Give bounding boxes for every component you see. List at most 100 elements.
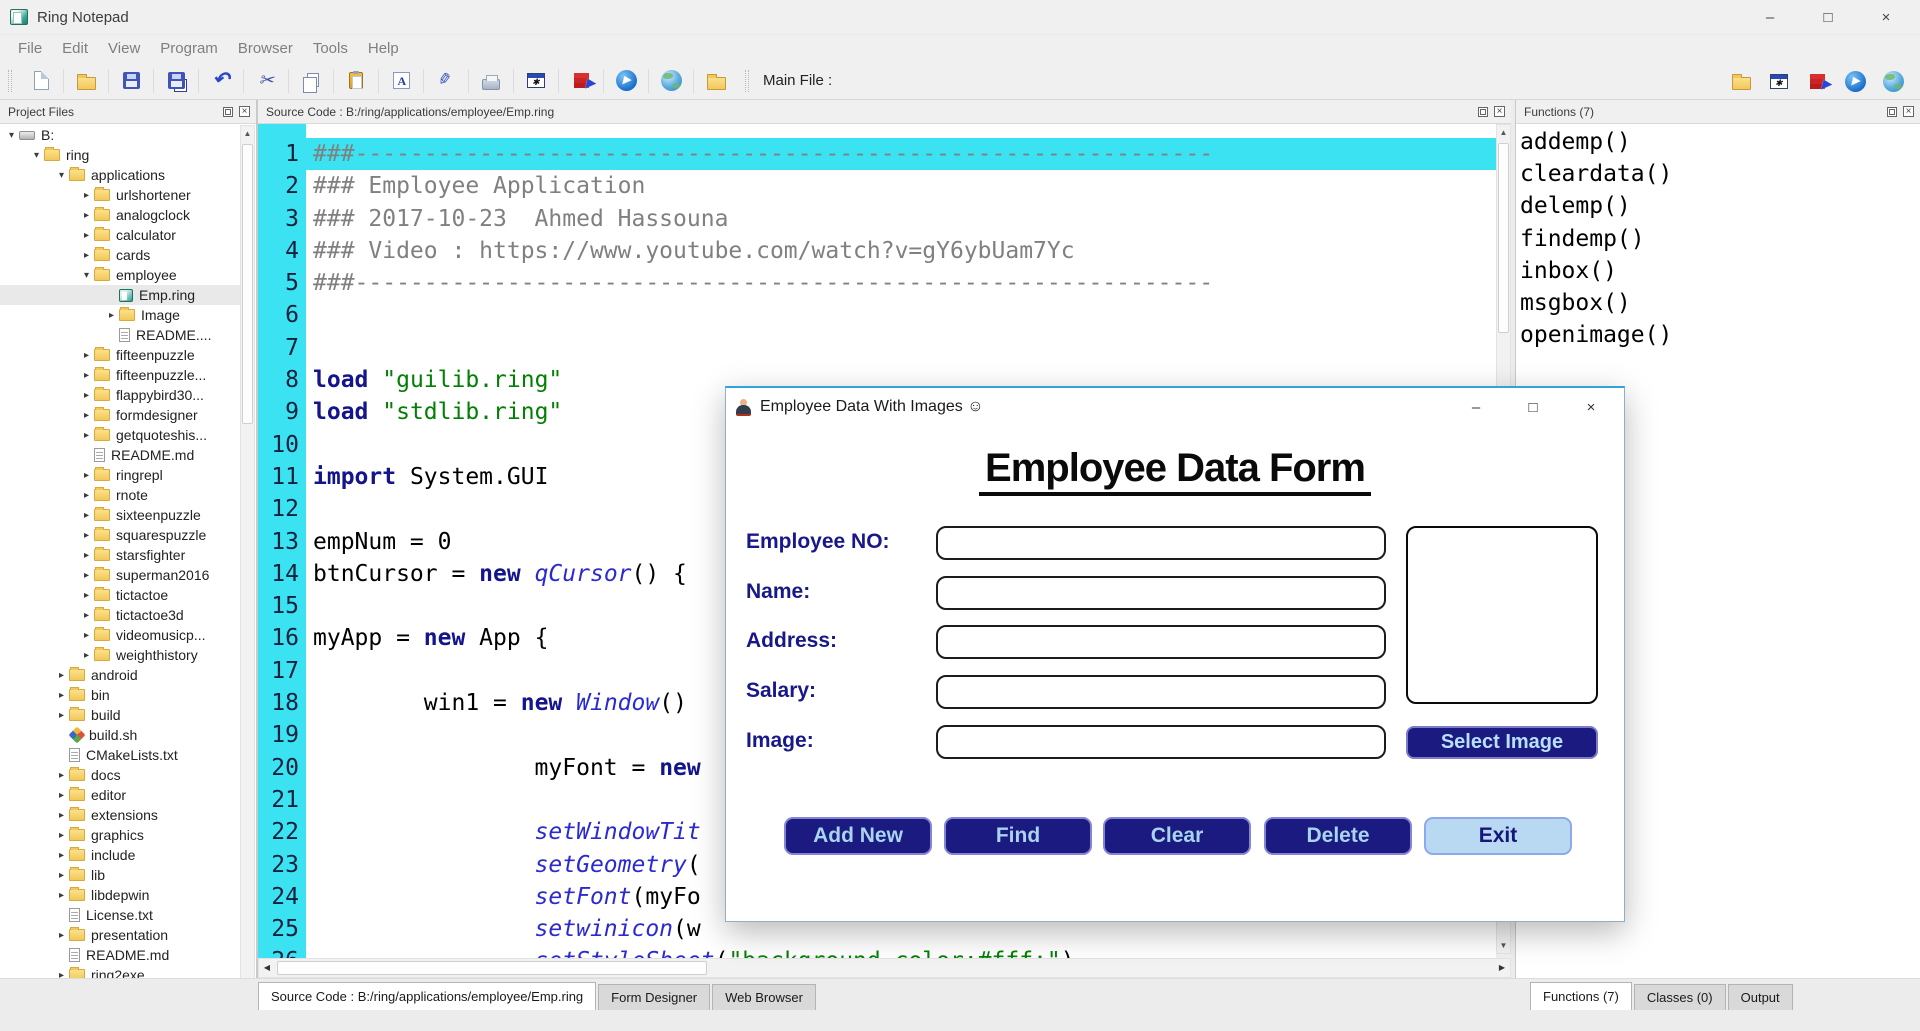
menu-tools[interactable]: Tools (303, 35, 358, 63)
open-main-file-button[interactable] (701, 66, 731, 96)
tree-item-rnote[interactable]: ▸rnote (0, 485, 240, 505)
tree-item-fifteenpuzzle[interactable]: ▸fifteenpuzzle (0, 345, 240, 365)
open-file-button[interactable] (71, 66, 101, 96)
expander-closed-icon[interactable]: ▸ (54, 790, 69, 801)
exit-button[interactable]: Exit (1424, 817, 1572, 855)
tree-item-b[interactable]: ▾B: (0, 125, 240, 145)
expander-closed-icon[interactable]: ▸ (104, 310, 119, 321)
panel-float-icon[interactable] (1887, 107, 1897, 117)
function-item-msgbox[interactable]: msgbox() (1520, 287, 1916, 319)
expander-closed-icon[interactable]: ▸ (79, 190, 94, 201)
dialog-close-button[interactable]: × (1571, 388, 1611, 426)
tree-item-applications[interactable]: ▾applications (0, 165, 240, 185)
run-button[interactable] (611, 66, 641, 96)
tree-item-graphics[interactable]: ▸graphics (0, 825, 240, 845)
dialog-minimize-button[interactable]: – (1456, 388, 1496, 426)
project-tree-scrollbar[interactable]: ▲ ▼ (240, 125, 255, 1012)
tree-item-license-txt[interactable]: License.txt (0, 905, 240, 925)
menu-browser[interactable]: Browser (228, 35, 303, 63)
cut-button[interactable] (251, 66, 281, 96)
tree-item-squarespuzzle[interactable]: ▸squarespuzzle (0, 525, 240, 545)
dialog-maximize-button[interactable]: □ (1513, 388, 1553, 426)
tree-item-ringrepl[interactable]: ▸ringrepl (0, 465, 240, 485)
panel-close-icon[interactable]: × (239, 106, 250, 117)
tree-item-calculator[interactable]: ▸calculator (0, 225, 240, 245)
print-button[interactable] (476, 66, 506, 96)
tree-item-employee[interactable]: ▾employee (0, 265, 240, 285)
tree-item-image[interactable]: ▸Image (0, 305, 240, 325)
editor-hscroll-thumb[interactable] (277, 961, 707, 975)
field-input-image[interactable] (936, 725, 1386, 759)
add-new-button[interactable]: Add New (784, 817, 932, 855)
scroll-down-icon[interactable]: ▼ (1497, 938, 1510, 953)
expander-closed-icon[interactable]: ▸ (54, 870, 69, 881)
tree-item-build[interactable]: ▸build (0, 705, 240, 725)
code-line-5[interactable]: ###-------------------------------------… (306, 267, 1496, 299)
toolbar-grip-2[interactable] (745, 70, 749, 92)
clear-button[interactable]: Clear (1103, 817, 1251, 855)
function-item-addemp[interactable]: addemp() (1520, 126, 1916, 158)
expander-closed-icon[interactable]: ▸ (79, 410, 94, 421)
expander-closed-icon[interactable]: ▸ (54, 930, 69, 941)
tree-item-include[interactable]: ▸include (0, 845, 240, 865)
function-item-openimage[interactable]: openimage() (1520, 319, 1916, 351)
tab-output[interactable]: Output (1728, 984, 1793, 1010)
tree-item-fifteenpuzzle[interactable]: ▸fifteenpuzzle... (0, 365, 240, 385)
expander-open-icon[interactable]: ▾ (79, 270, 94, 281)
expander-closed-icon[interactable]: ▸ (79, 390, 94, 401)
menu-file[interactable]: File (8, 35, 52, 63)
panel-close-icon[interactable]: × (1903, 106, 1914, 117)
tree-item-flappybird30[interactable]: ▸flappybird30... (0, 385, 240, 405)
tree-item-editor[interactable]: ▸editor (0, 785, 240, 805)
expander-closed-icon[interactable]: ▸ (79, 430, 94, 441)
expander-closed-icon[interactable]: ▸ (79, 470, 94, 481)
tree-item-weighthistory[interactable]: ▸weighthistory (0, 645, 240, 665)
function-item-findemp[interactable]: findemp() (1520, 223, 1916, 255)
tree-item-formdesigner[interactable]: ▸formdesigner (0, 405, 240, 425)
code-line-26[interactable]: setStyleSheet("background-color:#fff;") (306, 945, 1496, 958)
editor-horizontal-scrollbar[interactable]: ◀ ▶ (258, 958, 1511, 978)
field-input-salary[interactable] (936, 675, 1386, 709)
panel-float-icon[interactable] (223, 107, 233, 117)
expander-closed-icon[interactable]: ▸ (79, 550, 94, 561)
expander-closed-icon[interactable]: ▸ (79, 230, 94, 241)
window-close-button[interactable]: × (1864, 0, 1908, 34)
menu-program[interactable]: Program (150, 35, 228, 63)
tree-item-starsfighter[interactable]: ▸starsfighter (0, 545, 240, 565)
expander-open-icon[interactable]: ▾ (29, 150, 44, 161)
code-line-1[interactable]: ###-------------------------------------… (306, 138, 1496, 170)
debug-button[interactable] (1802, 66, 1832, 96)
tree-item-urlshortener[interactable]: ▸urlshortener (0, 185, 240, 205)
tab-source-code-b-ring-applications-employee-emp-ring[interactable]: Source Code : B:/ring/applications/emplo… (258, 982, 596, 1010)
delete-button[interactable]: Delete (1264, 817, 1412, 855)
editor-scroll-thumb[interactable] (1498, 143, 1509, 333)
window-minimize-button[interactable]: – (1748, 0, 1792, 34)
code-line-4[interactable]: ### Video : https://www.youtube.com/watc… (306, 235, 1496, 267)
tree-item-libdepwin[interactable]: ▸libdepwin (0, 885, 240, 905)
expander-closed-icon[interactable]: ▸ (79, 250, 94, 261)
toolbar-grip[interactable] (8, 70, 12, 92)
open-file-button[interactable] (1726, 66, 1756, 96)
expander-open-icon[interactable]: ▾ (54, 170, 69, 181)
globe-button[interactable] (1878, 66, 1908, 96)
panel-close-icon[interactable]: × (1494, 106, 1505, 117)
expander-closed-icon[interactable]: ▸ (54, 670, 69, 681)
panel-float-icon[interactable] (1478, 107, 1488, 117)
menu-edit[interactable]: Edit (52, 35, 98, 63)
tree-item-android[interactable]: ▸android (0, 665, 240, 685)
tree-item-videomusicp[interactable]: ▸videomusicp... (0, 625, 240, 645)
scroll-up-icon[interactable]: ▲ (1497, 125, 1510, 140)
expander-closed-icon[interactable]: ▸ (54, 830, 69, 841)
font-button[interactable] (386, 66, 416, 96)
code-line-7[interactable] (306, 332, 1496, 364)
expander-closed-icon[interactable]: ▸ (54, 690, 69, 701)
tree-item-superman2016[interactable]: ▸superman2016 (0, 565, 240, 585)
field-input-address[interactable] (936, 625, 1386, 659)
table-button[interactable] (521, 66, 551, 96)
table-button[interactable] (1764, 66, 1794, 96)
expander-closed-icon[interactable]: ▸ (79, 530, 94, 541)
tab-functions-7[interactable]: Functions (7) (1530, 982, 1632, 1010)
expander-closed-icon[interactable]: ▸ (79, 210, 94, 221)
expander-closed-icon[interactable]: ▸ (79, 650, 94, 661)
scroll-right-icon[interactable]: ▶ (1494, 959, 1510, 977)
